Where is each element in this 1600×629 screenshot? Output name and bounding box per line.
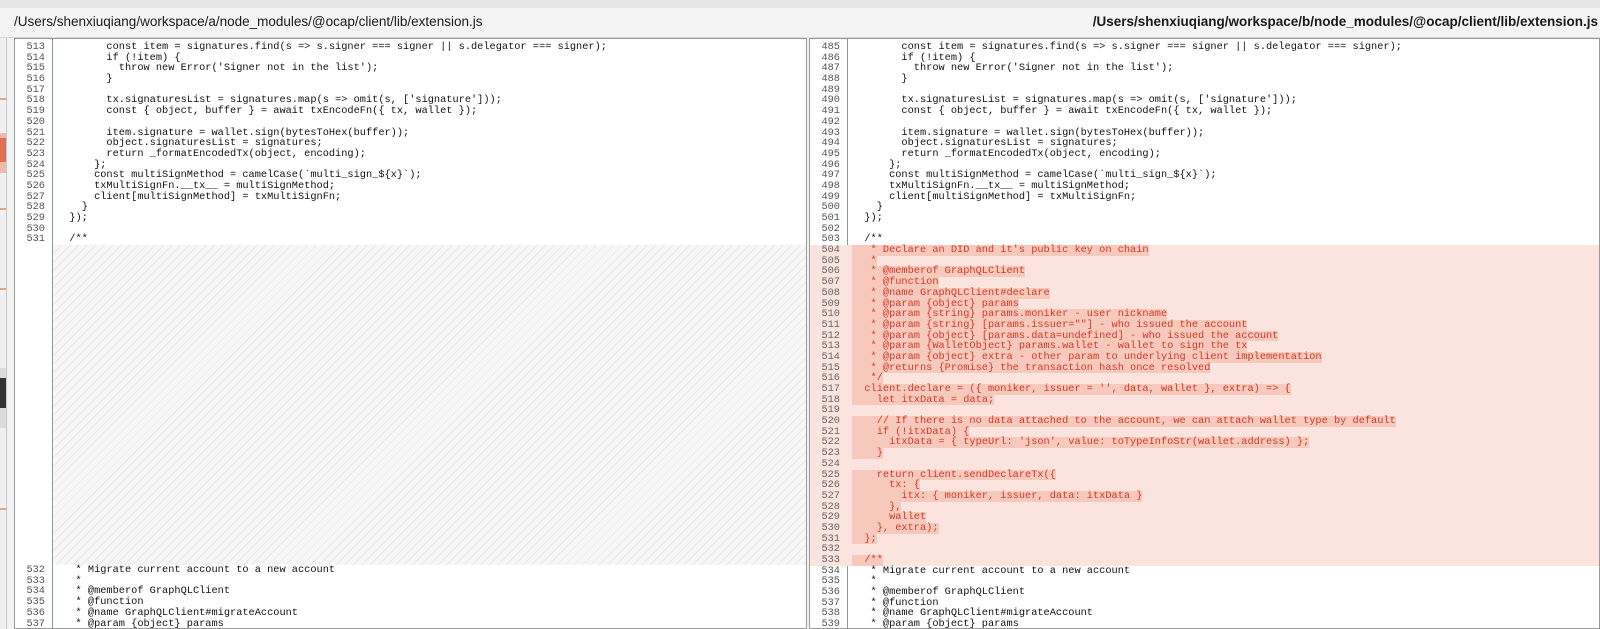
- line-text: return _formatEncodedTx(object, encoding…: [852, 147, 1161, 160]
- line-text: };: [852, 532, 877, 545]
- code-line[interactable]: 520: [15, 117, 806, 128]
- added-code-line[interactable]: 531 };: [810, 532, 1599, 545]
- added-code-line[interactable]: 522 itxData = { typeUrl: 'json', value: …: [810, 436, 1599, 449]
- code-line[interactable]: 539 * @param {object} params: [810, 618, 1599, 629]
- line-text: });: [852, 212, 883, 224]
- line-number: 523: [26, 147, 45, 160]
- line-text: const { object, buffer } = await txEncod…: [57, 105, 478, 118]
- left-code-block-top: 513 const item = signatures.find(s => s.…: [15, 42, 806, 245]
- code-line[interactable]: 531 /**: [15, 234, 806, 245]
- line-text: * @param {string} [params.issuer=""] - w…: [852, 318, 1248, 331]
- code-line[interactable]: 532 * Migrate current account to a new a…: [15, 565, 806, 576]
- line-text: * @param {object} params: [57, 617, 224, 629]
- code-line[interactable]: 491 const { object, buffer } = await txE…: [810, 106, 1599, 117]
- line-number: 524: [821, 457, 840, 470]
- line-number: 511: [821, 318, 840, 331]
- line-text: client[multiSignMethod] = txMultiSignFn;: [852, 190, 1137, 203]
- line-text: let itxData = data;: [852, 393, 995, 406]
- scroll-thumb[interactable]: [0, 378, 6, 408]
- added-code-line[interactable]: 527 itx: { moniker, issuer, data: itxDat…: [810, 491, 1599, 502]
- right-code-block-top: 485 const item = signatures.find(s => s.…: [810, 42, 1599, 245]
- diff-overview-gutter[interactable]: [0, 38, 7, 629]
- added-code-line[interactable]: 532: [810, 544, 1599, 555]
- line-text: }: [57, 73, 113, 86]
- line-number: 539: [821, 618, 840, 629]
- line-text: * Migrate current account to a new accou…: [852, 564, 1131, 577]
- diff-marker: [0, 508, 6, 510]
- line-text: return _formatEncodedTx(object, encoding…: [57, 147, 366, 160]
- line-text: /**: [57, 233, 88, 246]
- added-code-line[interactable]: 504 * Declare an DID and it's public key…: [810, 245, 1599, 256]
- right-code-block-bottom: 534 * Migrate current account to a new a…: [810, 564, 1599, 629]
- code-line[interactable]: 502: [810, 223, 1599, 235]
- line-number: 537: [26, 617, 45, 629]
- added-code-line[interactable]: 524: [810, 459, 1599, 470]
- added-code-line[interactable]: 525 return client.sendDeclareTx({: [810, 469, 1599, 481]
- code-line[interactable]: 530: [15, 223, 806, 235]
- added-code-line[interactable]: 511 * @param {string} [params.issuer=""]…: [810, 320, 1599, 331]
- line-text: * Declare an DID and it's public key on …: [852, 244, 1149, 257]
- code-line[interactable]: 499 client[multiSignMethod] = txMultiSig…: [810, 190, 1599, 203]
- line-text: * @returns {Promise} the transaction has…: [852, 361, 1211, 374]
- line-text: * @param {object} params: [852, 618, 1019, 629]
- left-file-path[interactable]: /Users/shenxiuqiang/workspace/a/node_mod…: [14, 14, 482, 29]
- right-file-path[interactable]: /Users/shenxiuqiang/workspace/b/node_mod…: [1093, 14, 1598, 29]
- line-text: });: [57, 212, 88, 224]
- line-number: 520: [26, 115, 45, 128]
- code-line[interactable]: 529 });: [15, 213, 806, 224]
- code-line[interactable]: 537 * @param {object} params: [15, 617, 806, 629]
- code-line[interactable]: 516 }: [15, 74, 806, 85]
- added-code-line[interactable]: 528 },: [810, 501, 1599, 513]
- code-line[interactable]: 519 const { object, buffer } = await txE…: [15, 106, 806, 117]
- line-number: 536: [26, 606, 45, 619]
- right-added-block: 504 * Declare an DID and it's public key…: [810, 245, 1599, 566]
- line-text: * @name GraphQLClient#declare: [852, 286, 1050, 299]
- line-text: itxData = { typeUrl: 'json', value: toTy…: [852, 436, 1310, 449]
- line-number: 508: [821, 286, 840, 299]
- line-text: client[multiSignMethod] = txMultiSignFn;: [57, 190, 342, 203]
- code-line[interactable]: 534 * Migrate current account to a new a…: [810, 564, 1599, 577]
- added-code-line[interactable]: 523 }: [810, 448, 1599, 459]
- line-text: }: [852, 73, 908, 86]
- left-code-block-bottom: 532 * Migrate current account to a new a…: [15, 565, 806, 629]
- line-text: * @name GraphQLClient#migrateAccount: [57, 606, 298, 619]
- line-number: 531: [26, 233, 45, 246]
- diff-marker: [0, 288, 6, 290]
- added-code-line[interactable]: 518 let itxData = data;: [810, 393, 1599, 406]
- code-line[interactable]: 523 return _formatEncodedTx(object, enco…: [15, 149, 806, 160]
- left-code-area[interactable]: 513 const item = signatures.find(s => s.…: [15, 42, 806, 629]
- line-number: 495: [821, 147, 840, 160]
- right-diff-pane[interactable]: 485 const item = signatures.find(s => s.…: [809, 38, 1600, 629]
- right-code-area[interactable]: 485 const item = signatures.find(s => s.…: [810, 42, 1599, 629]
- code-line[interactable]: 528 }: [15, 202, 806, 213]
- window-top-strip: [0, 0, 1600, 8]
- code-line[interactable]: 492: [810, 117, 1599, 128]
- added-code-line[interactable]: 530 }, extra);: [810, 523, 1599, 534]
- left-diff-pane[interactable]: 513 const item = signatures.find(s => s.…: [14, 38, 807, 629]
- added-code-line[interactable]: 515 * @returns {Promise} the transaction…: [810, 361, 1599, 374]
- code-line[interactable]: 488 }: [810, 74, 1599, 85]
- code-line[interactable]: 501 });: [810, 213, 1599, 224]
- line-text: const { object, buffer } = await txEncod…: [852, 105, 1273, 118]
- diff-marker: [0, 208, 6, 210]
- code-line[interactable]: 515 throw new Error('Signer not in the l…: [15, 63, 806, 74]
- added-code-line[interactable]: 508 * @name GraphQLClient#declare: [810, 288, 1599, 299]
- code-line[interactable]: 495 return _formatEncodedTx(object, enco…: [810, 149, 1599, 160]
- line-number: 492: [821, 115, 840, 128]
- diff-marker: [0, 98, 6, 100]
- line-number: 527: [821, 489, 840, 502]
- code-line[interactable]: 500 }: [810, 202, 1599, 213]
- line-text: }: [852, 447, 883, 460]
- code-line[interactable]: 487 throw new Error('Signer not in the l…: [810, 63, 1599, 74]
- line-text: * Migrate current account to a new accou…: [57, 564, 336, 577]
- left-missing-block-filler: [53, 245, 806, 566]
- diff-marker: [0, 138, 6, 162]
- code-line[interactable]: 536 * @name GraphQLClient#migrateAccount: [15, 608, 806, 619]
- line-text: itx: { moniker, issuer, data: itxData }: [852, 489, 1143, 502]
- code-line[interactable]: 527 client[multiSignMethod] = txMultiSig…: [15, 190, 806, 203]
- file-path-bar: /Users/shenxiuqiang/workspace/a/node_mod…: [0, 8, 1600, 38]
